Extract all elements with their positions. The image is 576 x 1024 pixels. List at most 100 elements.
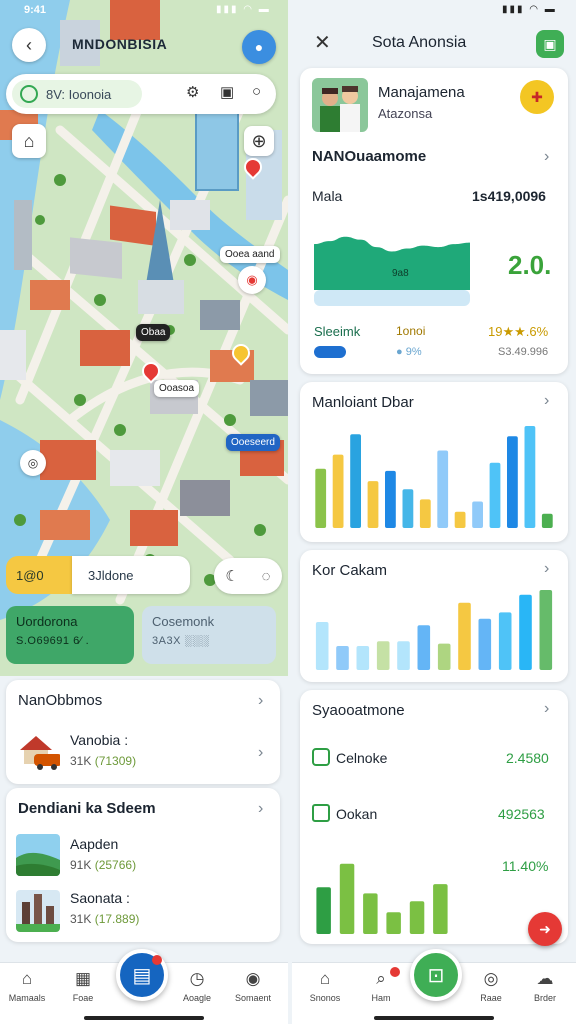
chart-bar: [386, 912, 401, 934]
promo-card-green[interactable]: Uordorona S.O69691 6⁄ .: [6, 606, 134, 664]
place-thumbnail: [16, 834, 60, 876]
nav-item-google[interactable]: ◷ Aoagle: [170, 969, 224, 1003]
area-series: [314, 236, 470, 290]
chevron-right-icon[interactable]: ›: [544, 392, 549, 410]
chart-bar: [336, 646, 349, 670]
chart-bar: [376, 641, 390, 670]
settings-icon: ◉: [245, 969, 261, 988]
promo-title: Uordorona: [16, 614, 78, 629]
status-time: 9:41: [24, 4, 47, 16]
nav-item-home[interactable]: ⌂ Mamaals: [0, 969, 54, 1003]
compass-button[interactable]: ⌂: [12, 124, 46, 158]
chart-bar: [397, 641, 410, 670]
layers-icon[interactable]: ▣: [220, 83, 234, 101]
overview-title: NANOuaamome: [312, 148, 427, 165]
chart-bar: [402, 489, 414, 528]
list-item-title: Vanobia :: [70, 732, 129, 748]
location-search-bar[interactable]: 8V: Ioonoia ⚙ ▣ ○: [6, 74, 276, 114]
map-label-3[interactable]: Obaa: [136, 324, 171, 341]
chevron-right-icon[interactable]: ›: [258, 692, 263, 710]
nav-item-home[interactable]: ⌂ Snonos: [298, 969, 352, 1003]
checkbox-icon[interactable]: [312, 804, 330, 822]
nav-center-button[interactable]: ⊡: [410, 949, 462, 1001]
promo-card-light[interactable]: Cosemonk 3A3X ░░░: [142, 606, 276, 664]
chevron-right-icon[interactable]: ›: [544, 148, 549, 166]
places-card[interactable]: NanObbmos › Vanobia : 31K (71309) ›: [6, 680, 280, 784]
map-label-4[interactable]: Ooeseerd: [226, 434, 280, 451]
chevron-right-icon[interactable]: ›: [258, 800, 263, 818]
area-chart: 9a8: [314, 236, 470, 290]
location-badge[interactable]: 8V: Ioonoia: [12, 80, 142, 108]
row-label-e: S3.49.996: [498, 346, 549, 358]
nav-center-button[interactable]: ▤: [116, 949, 168, 1001]
target-icon: ◎: [483, 969, 499, 988]
nav-item-search[interactable]: ⌕ Ham: [354, 967, 408, 1003]
locate-button[interactable]: ⊕: [244, 126, 274, 156]
notification-dot: [152, 955, 162, 965]
nav-item-border[interactable]: ☁ Brder: [518, 969, 572, 1003]
promo-title: Cosemonk: [152, 614, 215, 629]
bar-chart-card-1[interactable]: Manloiant Dbar ›: [300, 382, 568, 542]
nav-label: Mamaals: [8, 993, 46, 1003]
chart-bar: [332, 454, 344, 528]
search-icon[interactable]: ○: [252, 83, 261, 100]
map-tools[interactable]: ☾ ◌: [214, 558, 282, 594]
nav-label: Foae: [72, 993, 94, 1003]
list-item-title: Aapden: [70, 836, 119, 852]
nav-label: Somaent: [234, 993, 272, 1003]
fab-button[interactable]: ➜: [528, 912, 562, 946]
chevron-right-icon[interactable]: ›: [544, 700, 549, 718]
profile-photo: [312, 78, 368, 132]
chart-baseline: [314, 290, 470, 306]
promo-sub: 3A3X ░░░: [152, 635, 210, 647]
profile-name: Manajamena: [378, 84, 465, 101]
quick-chip-b[interactable]: 3Jldone: [72, 556, 190, 594]
nav-item-settings[interactable]: ◉ Somaent: [226, 969, 280, 1003]
home-indicator: [84, 1016, 204, 1020]
bar-chart-card-2[interactable]: Kor Cakam ›: [300, 550, 568, 682]
cloud-icon: ☁: [536, 969, 554, 988]
list-item-detail: (17.889): [94, 912, 140, 926]
map-label-2[interactable]: Ooasoa: [154, 380, 200, 397]
list-item-sub: 91K (25766): [70, 858, 136, 872]
chart-bar: [489, 462, 501, 528]
chart-bar: [385, 470, 396, 528]
chart-bar: [409, 901, 425, 934]
crosshair-icon: ⊕: [251, 130, 267, 151]
list-item-count: 31K: [70, 912, 92, 926]
home-icon: ⌂: [319, 969, 331, 988]
clock-icon: ◷: [189, 969, 205, 988]
grid-icon: ▦: [74, 969, 92, 988]
bag-button[interactable]: ▣: [536, 30, 564, 58]
document-icon: ▤: [132, 964, 152, 987]
close-icon[interactable]: ✕: [314, 30, 331, 55]
notification-dot: [390, 967, 400, 977]
chevron-right-icon[interactable]: ›: [258, 744, 263, 762]
stats-card[interactable]: Syaooatmone › Celnoke 2.4580 Ookan 49256…: [300, 690, 568, 946]
chart-bar: [437, 643, 451, 670]
leaf-icon[interactable]: ☾: [225, 567, 238, 585]
map-poi-button[interactable]: ◉: [238, 266, 266, 294]
award-badge[interactable]: ✚: [520, 80, 554, 114]
destinations-card[interactable]: Dendiani ka Sdeem › Aapden 91K (25766) S…: [6, 788, 280, 942]
overview-card: Manajamena Atazonsa ✚ NANOuaamome › Mala…: [300, 68, 568, 374]
nav-label: Ham: [371, 993, 391, 1003]
back-button[interactable]: ‹: [12, 28, 46, 62]
nav-item-food[interactable]: ▦ Foae: [56, 969, 110, 1003]
card-title: Syaooatmone: [312, 702, 405, 719]
card-title: NanObbmos: [18, 692, 103, 709]
drop-icon[interactable]: ◌: [262, 568, 271, 585]
chart-bar: [507, 436, 518, 528]
map-view[interactable]: 9:41 ▮▮▮ ◠ ▬ ‹ MNDONBISIA ● 8V: Ioonoia …: [0, 0, 288, 676]
quick-chip-a[interactable]: 1@0: [6, 556, 74, 594]
filter-icon[interactable]: ⚙: [186, 83, 199, 101]
profile-button[interactable]: ●: [242, 30, 276, 64]
toggle-pill[interactable]: [314, 346, 346, 358]
big-value: 2.0.: [508, 250, 552, 280]
bottom-nav: ⌂ Mamaals ▦ Foae ▤ ◷ Aoagle ◉ Somaent: [0, 949, 288, 1024]
chevron-right-icon[interactable]: ›: [544, 560, 549, 578]
map-marker-button[interactable]: ◎: [20, 450, 46, 476]
map-title: MNDONBISIA: [72, 36, 168, 52]
nav-item-rate[interactable]: ◎ Raae: [464, 969, 518, 1003]
map-label-1[interactable]: Ooea aand: [220, 246, 280, 263]
